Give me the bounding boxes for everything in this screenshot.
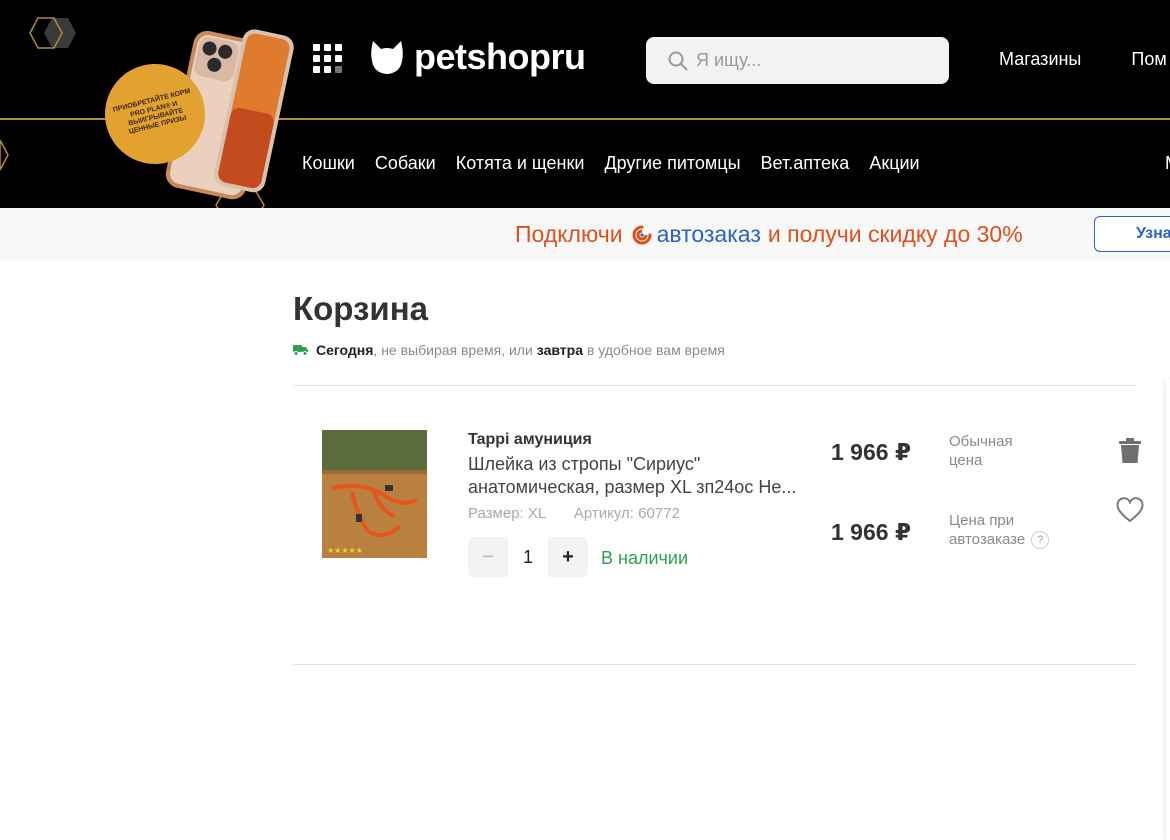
cart-top-divider [293,385,1137,386]
autoorder-icon [632,225,652,244]
product-name-line-2: анатомическая, размер XL зп24ос Не... [468,477,797,497]
autoorder-price-label-line-1: Цена при [949,512,1015,529]
quantity-increase-button[interactable]: + [548,537,588,577]
product-name-line-1: Шлейка из стропы "Сириус" [468,454,701,474]
quantity-value[interactable]: 1 [508,537,548,577]
nav-cats[interactable]: Кошки [302,153,355,174]
regular-price-label: Обычная цена [949,432,1013,470]
category-nav: Кошки Собаки Котята и щенки Другие питом… [302,153,920,174]
svg-text:★★★★★: ★★★★★ [327,546,363,555]
logo-text: petshopru [414,36,586,77]
delivery-end: в удобное вам время [586,342,725,358]
banner-text: Подключи автозаказ и получи скидку до 30… [515,221,1023,248]
nav-kittens-puppies[interactable]: Котята и щенки [456,153,585,174]
top-links: Магазины Пом [999,49,1167,70]
summary-panel-edge [1166,380,1170,840]
autoorder-banner: Подключи автозаказ и получи скидку до 30… [0,208,1170,260]
banner-text-autoorder: автозаказ [656,221,761,247]
nav-vet-pharmacy[interactable]: Вет.аптека [761,153,850,174]
search-icon [668,51,688,70]
autoorder-price-label-line-2: автозаказе [949,531,1026,548]
banner-text-connect: Подключи [515,221,623,247]
nav-dogs[interactable]: Собаки [375,153,436,174]
quantity-decrease-button[interactable]: − [468,537,508,577]
delivery-info: Сегодня , не выбирая время, или завтра в… [293,342,725,358]
site-logo[interactable]: petshopru [370,36,586,78]
top-link-stores[interactable]: Магазины [999,49,1081,70]
help-icon[interactable]: ? [1031,531,1050,550]
search-input[interactable] [696,50,936,71]
nav-promotions[interactable]: Акции [869,153,919,174]
cart-bottom-divider [293,664,1137,665]
product-size: Размер: XL [468,505,546,522]
regular-price: 1 966 ₽ [831,439,911,465]
learn-more-button[interactable]: Узна [1094,216,1170,252]
top-link-help[interactable]: Пом [1131,49,1166,70]
page-title: Корзина [293,290,428,327]
product-article: Артикул: 60772 [573,505,680,522]
cat-logo-icon [371,41,403,74]
nav-more-cut[interactable]: М [1165,153,1170,174]
heart-icon[interactable] [1116,497,1144,523]
banner-text-discount: и получи скидку до 30% [767,221,1023,247]
regular-price-label-line-1: Обычная [949,433,1013,450]
product-brand[interactable]: Tappi амуниция [468,431,592,449]
autoorder-price: 1 966 ₽ [831,519,911,545]
search-bar[interactable] [646,37,949,84]
delivery-truck-icon [293,345,308,356]
product-image[interactable]: ★★★★★ [322,430,427,558]
delivery-today: Сегодня [316,342,374,358]
catalog-menu-icon[interactable] [313,44,343,74]
product-name[interactable]: Шлейка из стропы "Сириус" анатомическая,… [468,453,813,499]
nav-other-pets[interactable]: Другие питомцы [604,153,740,174]
stock-status: В наличии [601,548,689,568]
trash-icon[interactable] [1119,438,1141,464]
autoorder-price-label: Цена при автозаказе? [949,511,1050,550]
delivery-middle: , не выбирая время, или [373,342,533,358]
quantity-stepper: − 1 + [468,537,588,577]
site-header: ПРИОБРЕТАЙТЕ КОРМ PRO PLAN® И ВЫИГРЫВАЙТ… [0,0,1170,208]
product-meta: Размер: XL Артикул: 60772 [468,505,680,522]
regular-price-label-line-2: цена [949,452,983,469]
delivery-tomorrow: завтра [536,342,583,358]
harness-product-photo: ★★★★★ [322,430,427,558]
promo-banner[interactable]: ПРИОБРЕТАЙТЕ КОРМ PRO PLAN® И ВЫИГРЫВАЙТ… [0,0,300,208]
promo-badge-text: ПРИОБРЕТАЙТЕ КОРМ PRO PLAN® И ВЫИГРЫВАЙТ… [112,88,192,137]
